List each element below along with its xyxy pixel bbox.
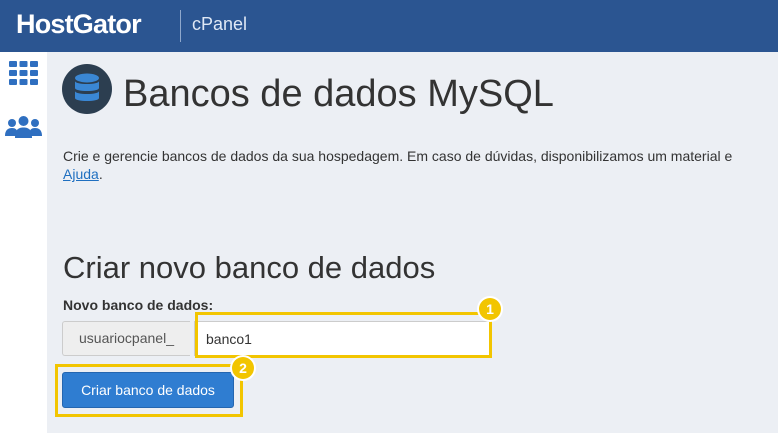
description-text: Crie e gerencie bancos de dados da sua h…	[63, 148, 733, 164]
hostgator-logo[interactable]: HostGator	[16, 9, 142, 40]
page-description: Crie e gerencie bancos de dados da sua h…	[63, 147, 778, 183]
help-suffix: .	[98, 166, 103, 182]
button-highlight-box	[55, 364, 243, 417]
create-db-section-title: Criar novo banco de dados	[63, 250, 436, 285]
top-header: HostGator cPanel	[0, 0, 778, 52]
apps-grid-icon[interactable]	[9, 61, 39, 92]
database-icon	[62, 64, 112, 119]
cpanel-label: cPanel	[192, 14, 248, 34]
step-badge-1: 1	[479, 298, 501, 320]
db-prefix-addon: usuariocpanel_	[62, 321, 190, 356]
main-content: Bancos de dados MySQL Crie e gerencie ba…	[47, 52, 778, 433]
input-highlight-box	[195, 312, 492, 358]
header-divider	[180, 10, 181, 42]
step-badge-2: 2	[232, 357, 254, 379]
help-link[interactable]: Ajuda	[63, 166, 99, 182]
left-sidebar	[0, 52, 47, 433]
new-db-field-label: Novo banco de dados:	[63, 297, 214, 313]
users-icon[interactable]	[5, 116, 42, 143]
page-title: Bancos de dados MySQL	[123, 73, 554, 115]
